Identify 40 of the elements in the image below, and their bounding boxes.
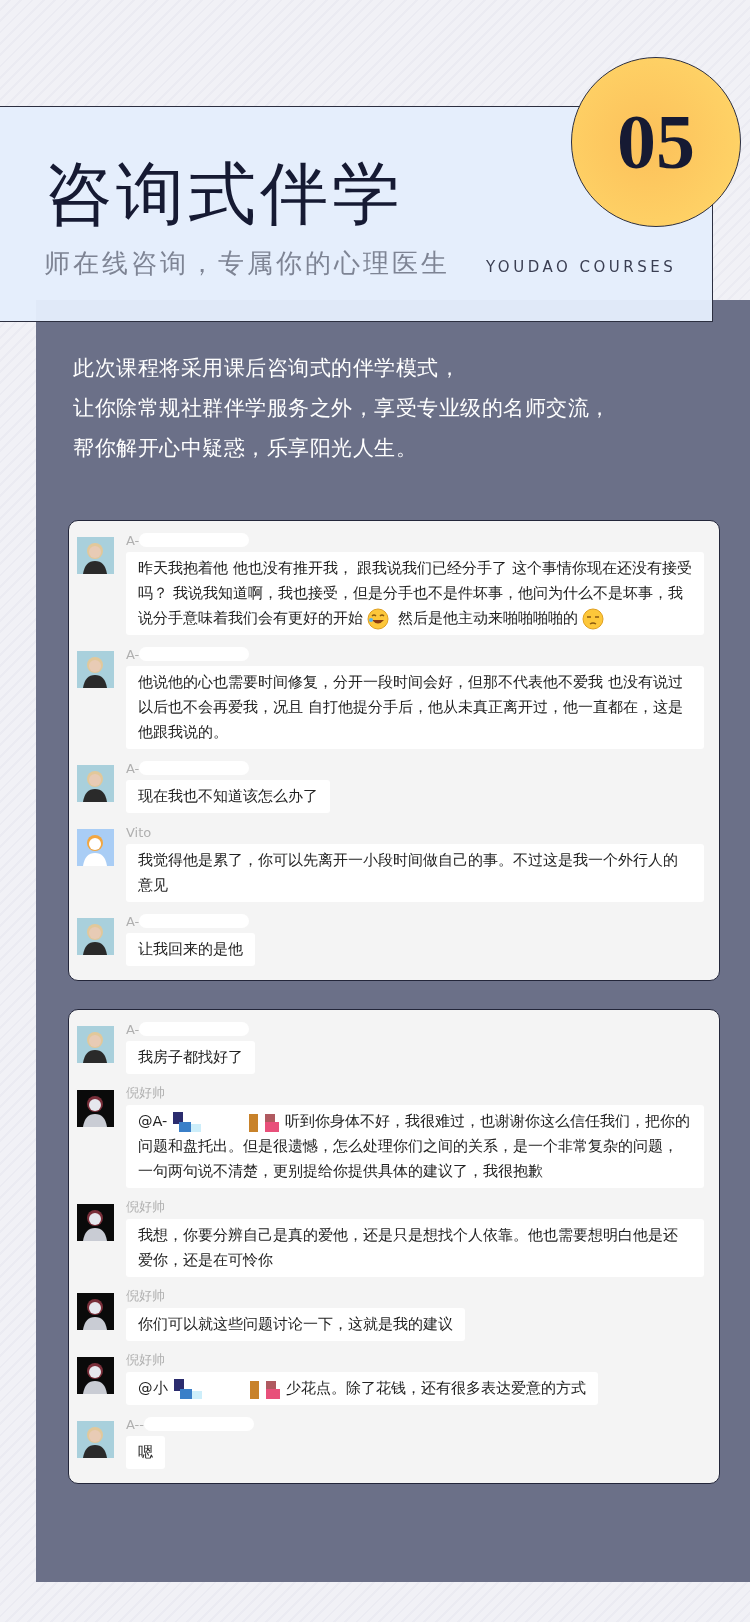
sender-name: A- (126, 646, 140, 662)
message-text: 你们可以就这些问题讨论一下，这就是我的建议 (138, 1316, 453, 1332)
sender-name: Vito (126, 824, 152, 840)
sender-name: A-- (126, 1416, 144, 1432)
message-text: @小 少花点。除了花钱，还有很多表达爱意的方式 (138, 1380, 586, 1396)
message-text: 现在我也不知道该怎么办了 (138, 788, 318, 804)
sender-name: A- (126, 532, 140, 548)
avatar (77, 1293, 114, 1330)
avatar (77, 537, 114, 574)
avatar (77, 651, 114, 688)
message-text: 我房子都找好了 (138, 1049, 243, 1065)
sender-name: A- (126, 913, 140, 929)
message-text: 我想，你要分辨自己是真的爱他，还是只是想找个人依靠。他也需要想明白他是还爱你，还是在可怜你 (138, 1227, 678, 1268)
message-text: 昨天我抱着他 他也没有推开我， 跟我说我们已经分手了 这个事情你现在还没有接受吗？ 我说我知道啊，我也接受，但是分手也不是件坏事，他问为什么不是坏事，我说分手意味着我们会有更好的开始 然后是他主动来啪啪啪啪的 (138, 560, 692, 626)
message-text: 我觉得他是累了，你可以先离开一小段时间做自己的事。不过这是我一个外行人的意见 (138, 852, 678, 893)
avatar (77, 1204, 114, 1241)
avatar (77, 1090, 114, 1127)
avatar (77, 765, 114, 802)
section-title: 咨询式伴学 (44, 157, 405, 232)
intro-paragraph: 此次课程将采用课后咨询式的伴学模式， 让你除常规社群伴学服务之外，享受专业级的名师交流， 帮你解开心中疑惑，乐享阳光人生。 (73, 355, 612, 462)
section-subtitle: 师在线咨询，专属你的心理医生 (44, 246, 450, 280)
avatar (77, 918, 114, 955)
sender-name: 倪好帅 (126, 1351, 165, 1369)
message-text: 他说他的心也需要时间修复，分开一段时间会好，但那不代表他不爱我 也没有说过以后也不会再爱我，况且 自打他提分手后，他从未真正离开过，他一直都在，这是他跟我说的。 (138, 674, 683, 740)
message-text: 让我回来的是他 (138, 941, 243, 957)
avatar (77, 1357, 114, 1394)
avatar (77, 1421, 114, 1458)
sender-name: A- (126, 1021, 140, 1037)
message-text: @A- 听到你身体不好，我很难过，也谢谢你这么信任我们，把你的问题和盘托出。但是很遗憾，怎么处理你们之间的关系，是一个非常复杂的问题，一句两句说不清楚，更别提给你提供具体的建议了，我很抱歉 (138, 1113, 691, 1179)
laughing-face-icon (367, 608, 389, 630)
sender-name: 倪好帅 (126, 1198, 165, 1216)
sender-name: 倪好帅 (126, 1084, 165, 1102)
sender-name: 倪好帅 (126, 1287, 165, 1305)
avatar (77, 1026, 114, 1063)
brand-label: YOUDAO COURSES (486, 257, 677, 276)
unamused-face-icon (581, 608, 604, 630)
message-text: 嗯 (138, 1444, 153, 1460)
sender-name: A- (126, 760, 140, 776)
avatar (77, 829, 114, 866)
section-number: 05 (571, 57, 741, 227)
